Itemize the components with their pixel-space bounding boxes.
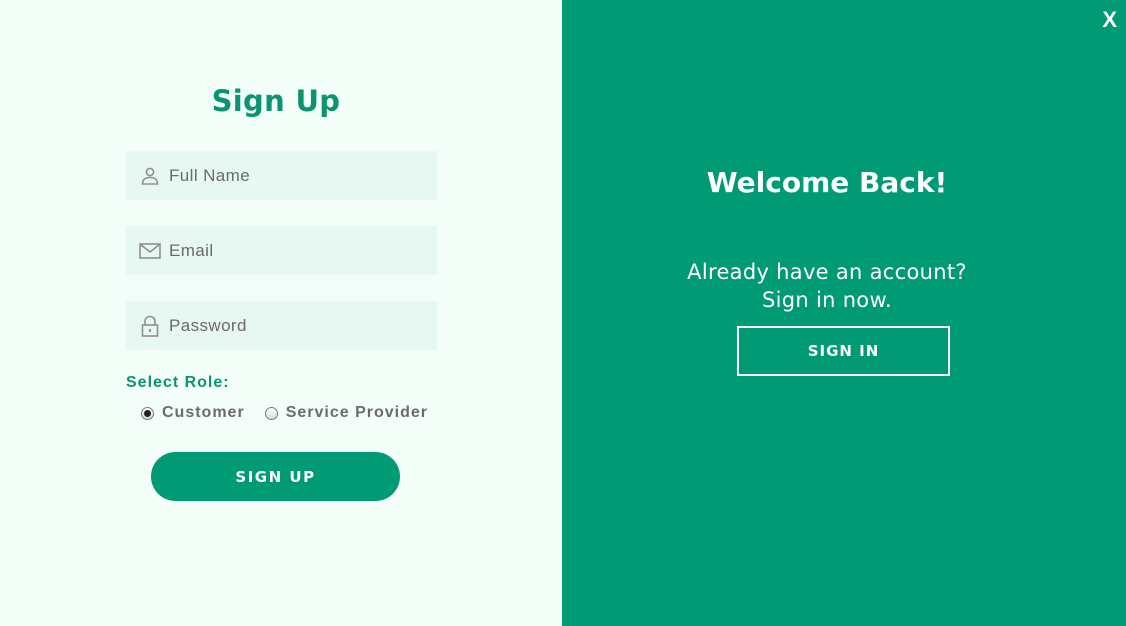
- role-option-customer[interactable]: Customer: [141, 404, 245, 422]
- customer-radio[interactable]: [141, 406, 154, 420]
- signup-title: Sign Up: [211, 84, 341, 118]
- close-button[interactable]: X: [1102, 8, 1117, 32]
- role-option-service-provider[interactable]: Service Provider: [264, 404, 428, 422]
- sign-up-button[interactable]: SIGN UP: [151, 452, 400, 501]
- customer-radio-label: Customer: [162, 404, 245, 421]
- welcome-overlay-panel: X Welcome Back! Already have an account?…: [562, 0, 1126, 626]
- role-radio-group: Customer Service Provider: [141, 404, 448, 422]
- service-provider-radio-label: Service Provider: [285, 404, 428, 421]
- email-field[interactable]: [126, 226, 437, 275]
- welcome-title: Welcome Back!: [706, 166, 948, 199]
- email-input[interactable]: [169, 240, 419, 261]
- welcome-message: Already have an account? Sign in now.: [687, 260, 967, 312]
- full-name-field[interactable]: [126, 151, 437, 200]
- service-provider-radio[interactable]: [264, 406, 278, 420]
- signup-modal: Sign Up Full Name Email Select Role: Cus…: [0, 0, 1126, 626]
- user-icon: [139, 165, 161, 187]
- signup-panel: Sign Up Full Name Email Select Role: Cus…: [0, 0, 562, 626]
- password-field[interactable]: [126, 301, 437, 350]
- full-name-input[interactable]: [169, 165, 419, 186]
- mail-icon: [139, 240, 161, 262]
- password-input[interactable]: [169, 315, 419, 336]
- select-role-label: Select Role:: [126, 374, 230, 391]
- sign-in-button[interactable]: SIGN IN: [737, 326, 950, 376]
- lock-icon: [139, 315, 161, 337]
